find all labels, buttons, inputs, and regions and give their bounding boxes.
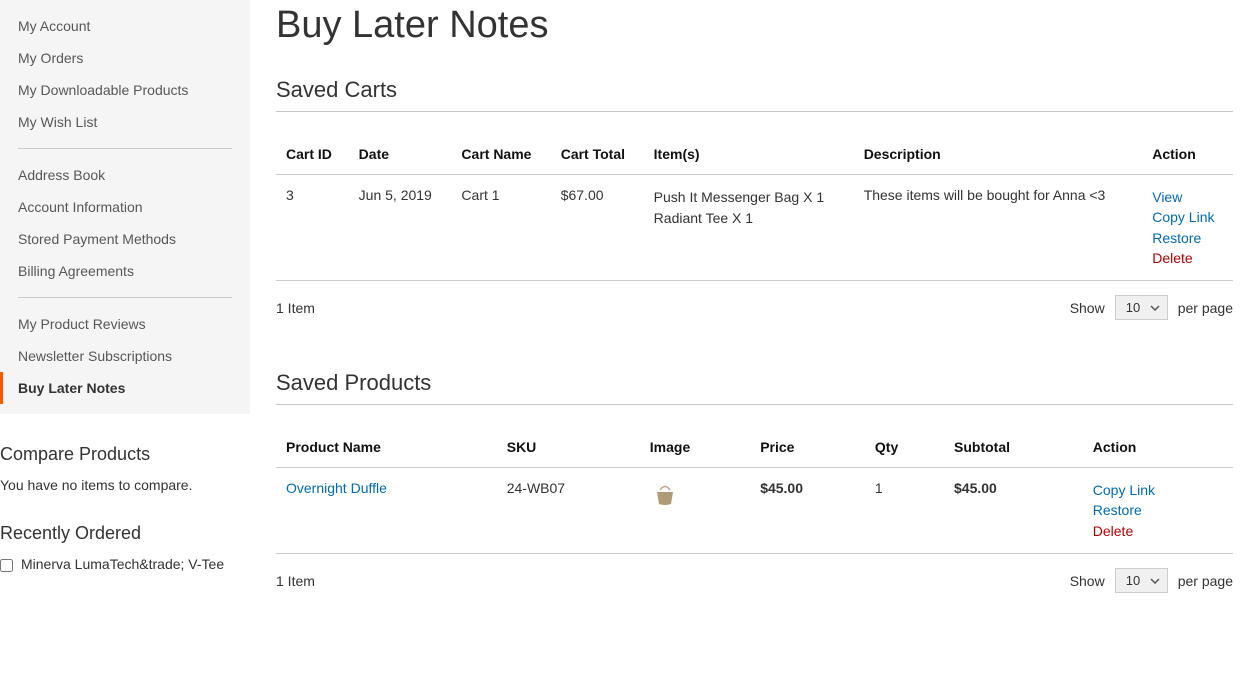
product-thumbnail [650, 480, 680, 510]
cell-cart-name: Cart 1 [451, 175, 550, 281]
col-image: Image [640, 429, 750, 468]
saved-products-pager: 1 Item Show 10 per page [276, 568, 1233, 593]
sidebar-item-my-orders[interactable]: My Orders [0, 42, 250, 74]
action-delete[interactable]: Delete [1093, 521, 1223, 541]
col-date: Date [349, 136, 452, 175]
sidebar-item-buy-later-notes[interactable]: Buy Later Notes [0, 372, 250, 404]
product-link[interactable]: Overnight Duffle [286, 480, 387, 496]
action-restore[interactable]: Restore [1093, 500, 1223, 520]
show-label: Show [1070, 573, 1105, 589]
recently-ordered-block: Recently Ordered Minerva LumaTech&trade;… [0, 523, 250, 572]
action-copy-link[interactable]: Copy Link [1152, 207, 1223, 227]
cell-items: Push It Messenger Bag X 1 Radiant Tee X … [644, 175, 854, 281]
sidebar-item-my-account[interactable]: My Account [0, 10, 250, 42]
compare-products-block: Compare Products You have no items to co… [0, 444, 250, 493]
cell-qty: 1 [865, 468, 944, 554]
sidebar-item-product-reviews[interactable]: My Product Reviews [0, 308, 250, 340]
table-row: Overnight Duffle 24-WB07 $45.00 1 $45.00 [276, 468, 1233, 554]
recent-item-label: Minerva LumaTech&trade; V-Tee [21, 556, 224, 572]
cell-description: These items will be bought for Anna <3 [854, 175, 1143, 281]
cart-item-line: Radiant Tee X 1 [654, 208, 844, 229]
per-page-label: per page [1178, 573, 1233, 589]
cell-product-name: Overnight Duffle [276, 468, 497, 554]
cell-sku: 24-WB07 [497, 468, 640, 554]
page-size-select[interactable]: 10 [1115, 568, 1168, 593]
saved-carts-count: 1 Item [276, 300, 315, 316]
sidebar-item-wishlist[interactable]: My Wish List [0, 106, 250, 138]
cell-actions: View Copy Link Restore Delete [1142, 175, 1233, 281]
saved-carts-heading: Saved Carts [276, 77, 1233, 112]
cell-cart-total: $67.00 [551, 175, 644, 281]
recent-item[interactable]: Minerva LumaTech&trade; V-Tee [0, 556, 250, 572]
col-price: Price [750, 429, 865, 468]
saved-carts-pager: 1 Item Show 10 per page [276, 295, 1233, 320]
action-delete[interactable]: Delete [1152, 248, 1223, 268]
sidebar-divider [18, 297, 232, 298]
table-row: 3 Jun 5, 2019 Cart 1 $67.00 Push It Mess… [276, 175, 1233, 281]
compare-heading: Compare Products [0, 444, 250, 465]
page-title: Buy Later Notes [276, 4, 1233, 47]
main-content: Buy Later Notes Saved Carts Cart ID Date… [250, 0, 1253, 602]
sidebar-item-billing-agreements[interactable]: Billing Agreements [0, 255, 250, 287]
col-description: Description [854, 136, 1143, 175]
cell-actions: Copy Link Restore Delete [1083, 468, 1233, 554]
sidebar: My Account My Orders My Downloadable Pro… [0, 0, 250, 602]
action-restore[interactable]: Restore [1152, 228, 1223, 248]
col-items: Item(s) [644, 136, 854, 175]
sidebar-item-newsletter[interactable]: Newsletter Subscriptions [0, 340, 250, 372]
sidebar-item-downloadable[interactable]: My Downloadable Products [0, 74, 250, 106]
cart-item-line: Push It Messenger Bag X 1 [654, 187, 844, 208]
col-qty: Qty [865, 429, 944, 468]
col-cart-total: Cart Total [551, 136, 644, 175]
sidebar-item-address-book[interactable]: Address Book [0, 159, 250, 191]
saved-carts-table: Cart ID Date Cart Name Cart Total Item(s… [276, 136, 1233, 281]
recent-item-checkbox[interactable] [0, 559, 13, 572]
per-page-label: per page [1178, 300, 1233, 316]
sidebar-item-stored-payment[interactable]: Stored Payment Methods [0, 223, 250, 255]
col-action: Action [1083, 429, 1233, 468]
cell-price: $45.00 [750, 468, 865, 554]
cell-cart-id: 3 [276, 175, 349, 281]
recently-ordered-heading: Recently Ordered [0, 523, 250, 544]
saved-products-table: Product Name SKU Image Price Qty Subtota… [276, 429, 1233, 554]
cell-subtotal: $45.00 [944, 468, 1083, 554]
page-size-select[interactable]: 10 [1115, 295, 1168, 320]
col-action: Action [1142, 136, 1233, 175]
action-view[interactable]: View [1152, 187, 1223, 207]
col-subtotal: Subtotal [944, 429, 1083, 468]
saved-products-heading: Saved Products [276, 370, 1233, 405]
col-sku: SKU [497, 429, 640, 468]
sidebar-divider [18, 148, 232, 149]
account-nav: My Account My Orders My Downloadable Pro… [0, 0, 250, 414]
col-product-name: Product Name [276, 429, 497, 468]
sidebar-item-account-information[interactable]: Account Information [0, 191, 250, 223]
action-copy-link[interactable]: Copy Link [1093, 480, 1223, 500]
compare-empty-text: You have no items to compare. [0, 477, 250, 493]
col-cart-name: Cart Name [451, 136, 550, 175]
show-label: Show [1070, 300, 1105, 316]
cell-image [640, 468, 750, 554]
saved-products-count: 1 Item [276, 573, 315, 589]
cell-date: Jun 5, 2019 [349, 175, 452, 281]
col-cart-id: Cart ID [276, 136, 349, 175]
